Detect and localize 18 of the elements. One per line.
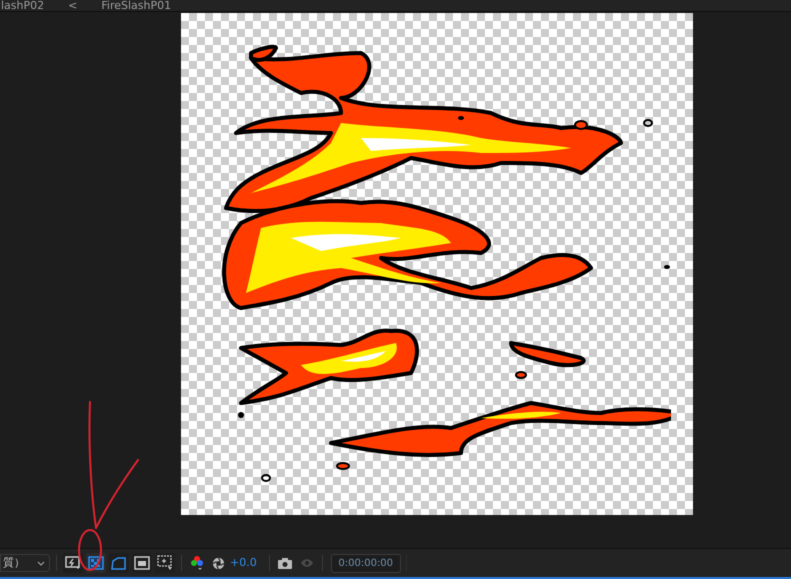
color-channels-icon[interactable] <box>190 555 204 571</box>
exposure-value[interactable]: +0.0 <box>230 554 257 572</box>
camera-icon[interactable] <box>278 558 292 568</box>
viewer-toggle-button[interactable] <box>132 553 152 573</box>
safe-zones-icon <box>157 555 173 571</box>
timecode-field[interactable]: 0:00:00:00 <box>330 554 401 572</box>
resolution-dropdown[interactable]: 質） <box>0 554 50 572</box>
region-icon <box>134 556 150 570</box>
mask-path-icon <box>111 556 127 570</box>
viewer-toggle-button[interactable] <box>63 553 83 573</box>
breadcrumb-item[interactable]: lashP02 <box>1 0 44 12</box>
aperture-icon[interactable] <box>212 556 225 570</box>
viewer-toggle-button[interactable] <box>109 553 129 573</box>
chevron-down-icon <box>37 560 45 566</box>
breadcrumb-item[interactable]: FireSlashP01 <box>101 0 172 12</box>
fast-preview-icon <box>65 556 81 570</box>
breadcrumb-item[interactable]: < <box>68 0 78 12</box>
viewer-toggle-button[interactable] <box>155 553 175 573</box>
